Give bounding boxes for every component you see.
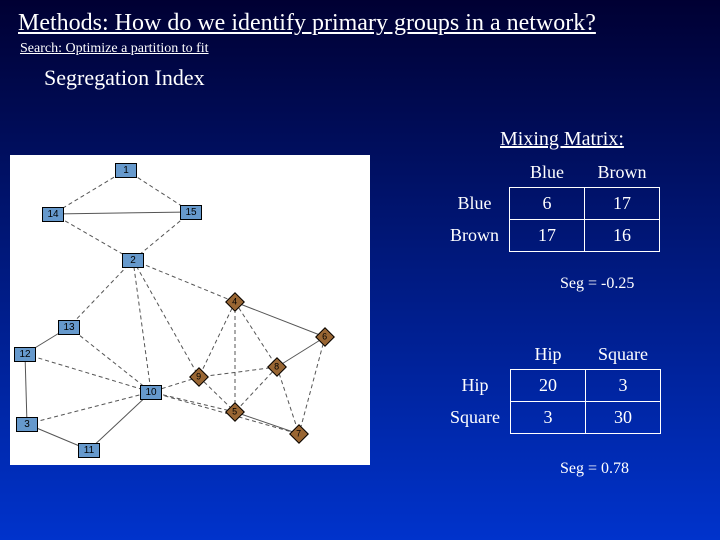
m2-cell-01: 3: [585, 370, 660, 402]
m2-row-0: Hip: [440, 370, 510, 402]
mixing-matrix-heading: Mixing Matrix:: [500, 128, 624, 151]
node-14: 14: [42, 207, 64, 222]
node-15: 15: [180, 205, 202, 220]
node-11: 11: [78, 443, 100, 458]
m1-row-0: Blue: [440, 188, 510, 220]
m1-cell-01: 17: [585, 188, 660, 220]
m2-cell-10: 3: [510, 402, 585, 434]
m1-col-1: Brown: [585, 158, 660, 188]
m1-cell-00: 6: [510, 188, 585, 220]
graph-edges: [10, 155, 370, 465]
seg-value-1: Seg = -0.25: [560, 275, 634, 293]
m2-col-1: Square: [585, 340, 660, 370]
m1-cell-11: 16: [585, 220, 660, 252]
m2-col-0: Hip: [510, 340, 585, 370]
node-3: 3: [16, 417, 38, 432]
node-1: 1: [115, 163, 137, 178]
m1-cell-10: 17: [510, 220, 585, 252]
page-title: Methods: How do we identify primary grou…: [0, 0, 720, 39]
mixing-matrix-2: Hip Square Hip 20 3 Square 3 30: [440, 340, 661, 434]
node-13: 13: [58, 320, 80, 335]
node-10: 10: [140, 385, 162, 400]
m2-cell-00: 20: [510, 370, 585, 402]
m1-col-0: Blue: [510, 158, 585, 188]
mixing-matrix-1: Blue Brown Blue 6 17 Brown 17 16: [440, 158, 660, 252]
seg-value-2: Seg = 0.78: [560, 460, 629, 478]
m1-row-1: Brown: [440, 220, 510, 252]
m2-row-1: Square: [440, 402, 510, 434]
section-heading: Segregation Index: [0, 59, 720, 93]
network-graph: 114152413612891053711: [10, 155, 370, 465]
subtitle: Search: Optimize a partition to fit: [0, 39, 720, 59]
node-12: 12: [14, 347, 36, 362]
m2-cell-11: 30: [585, 402, 660, 434]
node-2: 2: [122, 253, 144, 268]
